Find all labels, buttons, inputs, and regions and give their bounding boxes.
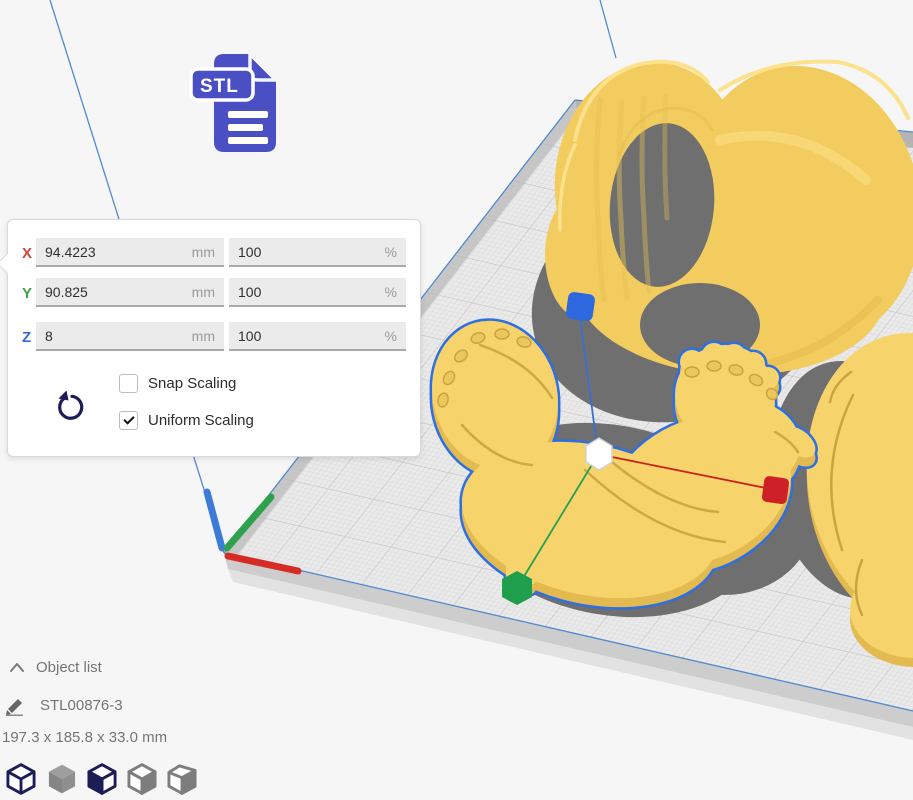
scale-z-mm-input[interactable] bbox=[45, 328, 186, 344]
stl-file-icon: STL bbox=[188, 50, 280, 158]
object-list-title[interactable]: Object list bbox=[36, 659, 102, 676]
reset-arrow-icon bbox=[52, 389, 88, 425]
scale-row-x: X mm % bbox=[8, 238, 420, 269]
gizmo-handle-center[interactable] bbox=[586, 438, 612, 470]
chevron-up-icon[interactable] bbox=[8, 661, 26, 673]
snap-scaling-label: Snap Scaling bbox=[148, 375, 236, 392]
stl-badge-label: STL bbox=[200, 76, 239, 97]
gizmo-handle-z[interactable] bbox=[565, 291, 595, 321]
uniform-scaling-label: Uniform Scaling bbox=[148, 412, 254, 429]
scale-row-y: Y mm % bbox=[8, 278, 420, 309]
scale-y-percent-input[interactable] bbox=[238, 284, 379, 300]
scale-row-z: Z mm % bbox=[8, 322, 420, 353]
mm-unit-label: mm bbox=[192, 328, 215, 344]
scale-z-mm-field: mm bbox=[36, 322, 224, 351]
uniform-scaling-checkbox[interactable] bbox=[119, 411, 138, 430]
mm-unit-label: mm bbox=[192, 244, 215, 260]
mm-unit-label: mm bbox=[192, 284, 215, 300]
scale-z-percent-field: % bbox=[229, 322, 406, 351]
scale-y-mm-field: mm bbox=[36, 278, 224, 307]
solid-view-cube-icon[interactable] bbox=[4, 762, 38, 796]
filled-cube-icon[interactable] bbox=[45, 762, 79, 796]
reset-scale-button[interactable] bbox=[50, 388, 90, 428]
gizmo-handle-x[interactable] bbox=[761, 475, 789, 504]
scale-x-percent-field: % bbox=[229, 238, 406, 267]
origin-z-axis bbox=[207, 492, 222, 548]
scale-z-percent-input[interactable] bbox=[238, 328, 379, 344]
scale-x-mm-field: mm bbox=[36, 238, 224, 267]
percent-unit-label: % bbox=[385, 284, 397, 300]
snap-scaling-checkbox[interactable] bbox=[119, 374, 138, 393]
snap-scaling-row: Snap Scaling bbox=[119, 374, 236, 393]
outline-cube-alt-icon[interactable] bbox=[165, 762, 199, 796]
scale-y-percent-field: % bbox=[229, 278, 406, 307]
edit-pencil-icon[interactable] bbox=[5, 696, 29, 716]
outline-cube-icon[interactable] bbox=[125, 762, 159, 796]
object-dimensions: 197.3 x 185.8 x 33.0 mm bbox=[2, 729, 167, 746]
scale-x-percent-input[interactable] bbox=[238, 244, 379, 260]
percent-unit-label: % bbox=[385, 328, 397, 344]
scale-x-mm-input[interactable] bbox=[45, 244, 186, 260]
uniform-scaling-row: Uniform Scaling bbox=[119, 411, 254, 430]
scale-y-mm-input[interactable] bbox=[45, 284, 186, 300]
half-filled-cube-icon[interactable] bbox=[85, 762, 119, 796]
cura-style-slicer-window: { "scale_panel": { "rows": [ {"axis":"X"… bbox=[0, 0, 913, 800]
scale-tool-panel: X mm % Y mm % Z mm % bbox=[7, 219, 421, 457]
object-name[interactable]: STL00876-3 bbox=[40, 697, 123, 714]
percent-unit-label: % bbox=[385, 244, 397, 260]
